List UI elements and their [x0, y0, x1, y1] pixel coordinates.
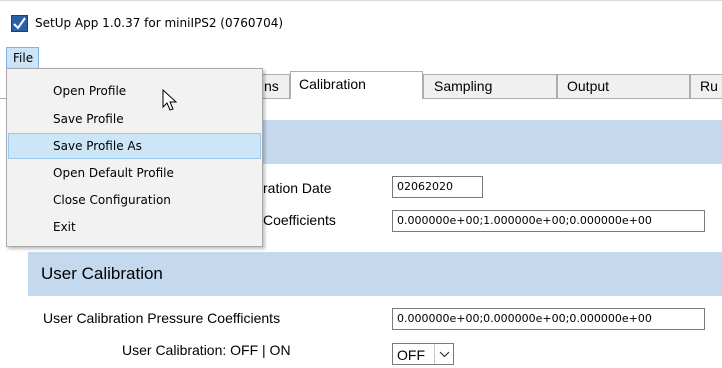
chevron-down-icon[interactable]	[434, 344, 454, 364]
factory-coefficients-label: Coefficients	[263, 212, 336, 228]
file-menu-button[interactable]: File	[6, 47, 39, 69]
menu-item-close-configuration[interactable]: Close Configuration	[8, 187, 261, 213]
user-calibration-toggle-label: User Calibration: OFF | ON	[122, 342, 291, 358]
title-bar: SetUp App 1.0.37 for miniIPS2 (0760704)	[0, 0, 722, 45]
menu-item-save-profile[interactable]: Save Profile	[8, 106, 261, 132]
user-calibration-select-value: OFF	[397, 347, 425, 363]
app-check-icon	[11, 15, 28, 32]
menu-item-open-default-profile[interactable]: Open Default Profile	[8, 160, 261, 186]
tab-calibration[interactable]: Calibration	[290, 71, 423, 99]
user-calibration-title: User Calibration	[41, 264, 163, 283]
user-calibration-select[interactable]: OFF	[392, 343, 454, 365]
calibration-date-field[interactable]: 02062020	[392, 176, 483, 198]
menu-item-exit[interactable]: Exit	[8, 214, 261, 240]
factory-coefficients-field[interactable]: 0.000000e+00;1.000000e+00;0.000000e+00	[392, 210, 705, 232]
menu-item-open-profile[interactable]: Open Profile	[8, 78, 261, 104]
user-calibration-header: User Calibration	[28, 252, 722, 296]
file-menu-dropdown: Open Profile Save Profile Save Profile A…	[6, 68, 263, 247]
window-title: SetUp App 1.0.37 for miniIPS2 (0760704)	[35, 16, 284, 30]
menu-item-save-profile-as[interactable]: Save Profile As	[8, 133, 261, 159]
tab-sampling[interactable]: Sampling	[423, 74, 557, 98]
calibration-date-label: ration Date	[263, 180, 332, 196]
menu-bar	[0, 44, 722, 68]
tab-output[interactable]: Output	[557, 74, 690, 98]
pressure-coefficients-label: User Calibration Pressure Coefficients	[43, 310, 281, 326]
mouse-cursor-icon	[162, 88, 178, 117]
pressure-coefficients-field[interactable]: 0.000000e+00;0.000000e+00;0.000000e+00	[392, 308, 705, 330]
tab-partial-right[interactable]: Ru	[690, 74, 722, 98]
